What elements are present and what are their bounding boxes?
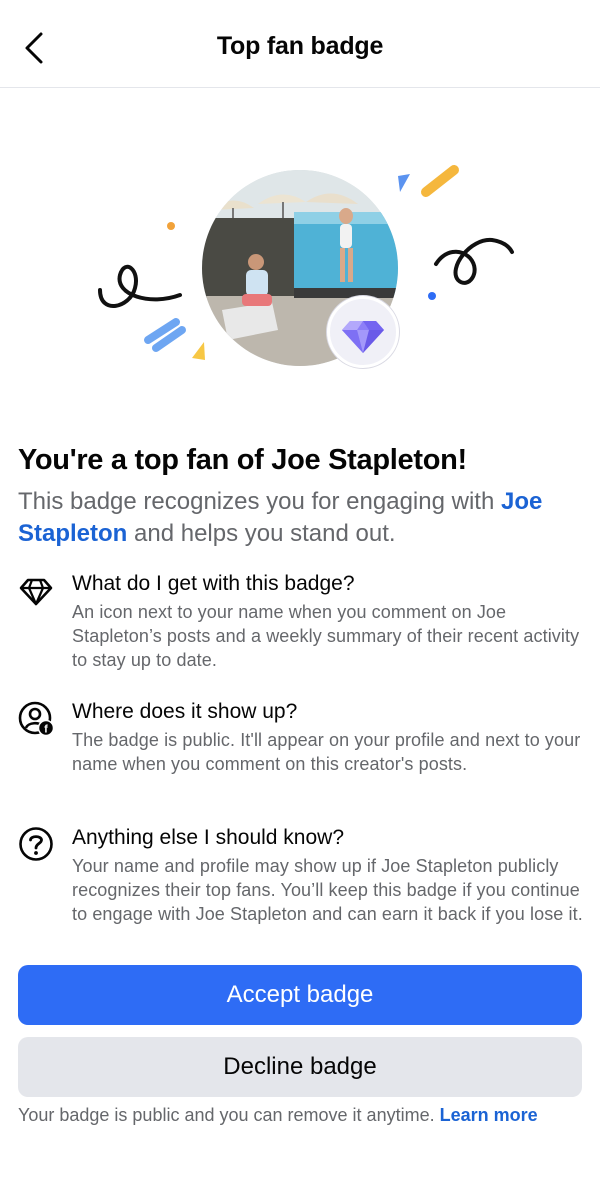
info-body: Your name and profile may show up if Joe… <box>72 856 583 924</box>
info-body: The badge is public. It'll appear on you… <box>72 730 581 774</box>
info-title: Anything else I should know? <box>72 826 345 849</box>
diamond-outline-icon <box>19 578 53 606</box>
headline: You're a top fan of Joe Stapleton! <box>18 444 467 476</box>
intro-text: This badge recognizes you for engaging w… <box>18 486 584 550</box>
info-list: What do I get with this badge? An icon n… <box>0 560 600 942</box>
intro-text-before: This badge recognizes you for engaging w… <box>18 488 501 515</box>
profile-facebook-icon: f <box>18 701 54 736</box>
footer-note-text: Your badge is public and you can remove … <box>18 1105 435 1125</box>
footer-note: Your badge is public and you can remove … <box>18 1103 578 1128</box>
accept-badge-button[interactable]: Accept badge <box>18 965 582 1025</box>
info-title: What do I get with this badge? <box>72 572 355 595</box>
intro-text-after: and helps you stand out. <box>127 520 396 547</box>
info-body: An icon next to your name when you comme… <box>72 602 580 670</box>
badge-hero <box>0 130 600 400</box>
question-icon <box>19 827 53 861</box>
info-title: Where does it show up? <box>72 700 298 723</box>
diamond-icon <box>342 321 384 353</box>
svg-text:f: f <box>44 724 48 736</box>
learn-more-link[interactable]: Learn more <box>440 1105 538 1125</box>
top-fan-badge <box>327 296 399 368</box>
decline-badge-button[interactable]: Decline badge <box>18 1037 582 1097</box>
top-bar: Top fan badge <box>0 0 600 88</box>
page-title: Top fan badge <box>216 32 384 60</box>
